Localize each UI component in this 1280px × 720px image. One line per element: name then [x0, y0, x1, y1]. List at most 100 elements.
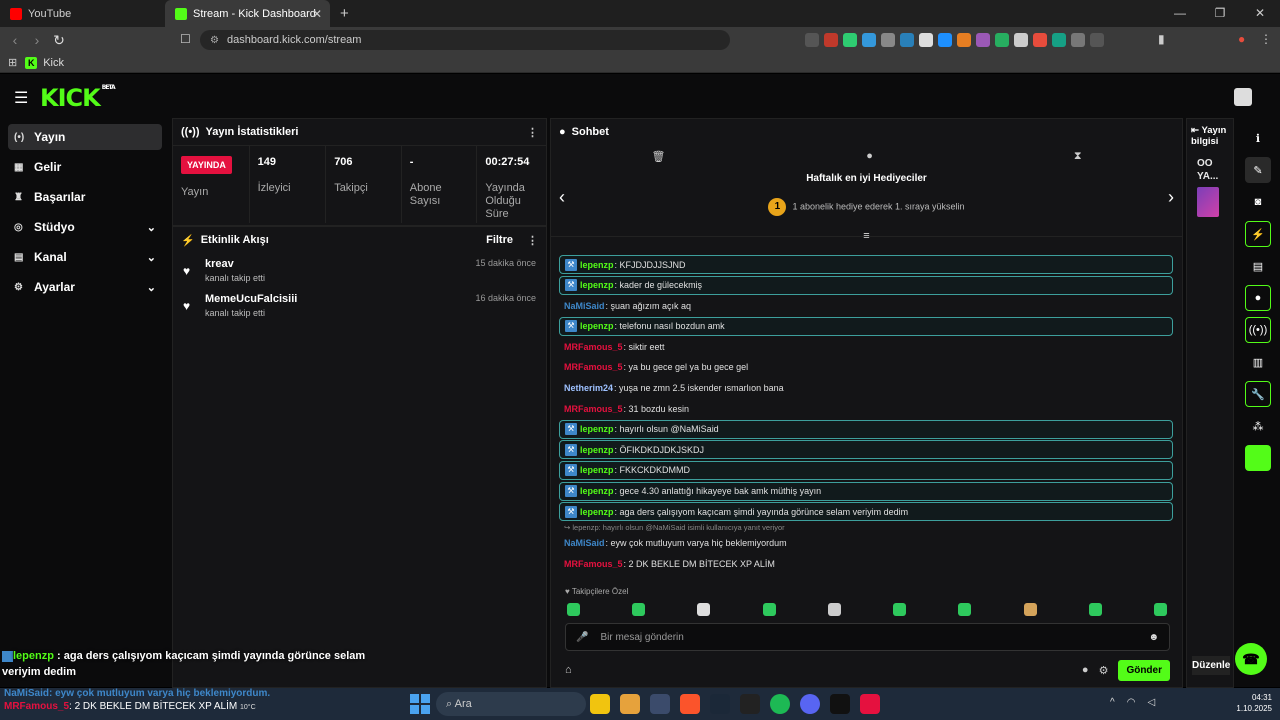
- chat-username[interactable]: lepenzp: [580, 260, 614, 270]
- chevron-up-icon[interactable]: ^: [1110, 697, 1115, 708]
- extension-icon[interactable]: [881, 33, 895, 47]
- camera-icon[interactable]: ◙: [1245, 189, 1271, 215]
- chat-username[interactable]: lepenzp: [580, 465, 614, 475]
- chevron-left-icon[interactable]: ‹: [559, 187, 565, 208]
- chat-message[interactable]: ⚒ lepenzp: telefonu nasıl bozdun amk: [559, 316, 1173, 336]
- emote[interactable]: [1088, 603, 1102, 616]
- extension-icon[interactable]: [995, 33, 1009, 47]
- emote[interactable]: [958, 603, 972, 616]
- trash-icon[interactable]: 🗑: [651, 150, 665, 163]
- emote[interactable]: [1153, 603, 1167, 616]
- sidebar-item-kanal[interactable]: ▤ Kanal ⌄: [8, 244, 162, 270]
- hamburger-menu-icon[interactable]: ☰: [14, 88, 28, 108]
- emote[interactable]: [762, 603, 776, 616]
- epic-icon[interactable]: [740, 694, 760, 714]
- chat-bubble-icon[interactable]: ●: [866, 150, 873, 162]
- start-button[interactable]: [410, 694, 430, 714]
- chat-username[interactable]: MRFamous_5: [564, 404, 623, 414]
- site-info-icon[interactable]: ⚙: [210, 35, 219, 46]
- emote[interactable]: [697, 603, 711, 616]
- store-icon[interactable]: ⌂: [565, 664, 572, 676]
- app-icon[interactable]: [830, 694, 850, 714]
- extension-icon[interactable]: [957, 33, 971, 47]
- app-icon[interactable]: [650, 694, 670, 714]
- extension-icon[interactable]: [976, 33, 990, 47]
- chat-message[interactable]: MRFamous_5: ya bu gece gel ya bu gece ge…: [559, 358, 1173, 377]
- emoji-icon[interactable]: ☻: [1148, 632, 1159, 643]
- chevron-left-icon[interactable]: ⇤: [1191, 125, 1199, 136]
- extension-icon[interactable]: [843, 33, 857, 47]
- taskbar-search[interactable]: ⌕ Ara: [436, 692, 586, 716]
- game-icon[interactable]: [1245, 445, 1271, 471]
- close-window-button[interactable]: ✕: [1240, 0, 1280, 27]
- chat-username[interactable]: lepenzp: [580, 424, 614, 434]
- extension-icon[interactable]: [824, 33, 838, 47]
- chat-message[interactable]: ⚒ lepenzp: hayırlı olsun @NaMiSaid: [559, 419, 1173, 439]
- chat-username[interactable]: lepenzp: [580, 445, 614, 455]
- sidebar-item-ayarlar[interactable]: ⚙ Ayarlar ⌄: [8, 274, 162, 300]
- chat-username[interactable]: lepenzp: [580, 507, 614, 517]
- bookmark-icon[interactable]: ☐: [180, 32, 191, 46]
- forward-button[interactable]: ›: [26, 32, 48, 48]
- chat-username[interactable]: MRFamous_5: [564, 559, 623, 569]
- chat-icon[interactable]: ●: [1245, 285, 1271, 311]
- sidebar-item-gelir[interactable]: ▦ Gelir: [8, 154, 162, 180]
- menu-icon[interactable]: ⋮: [1260, 32, 1272, 46]
- chat-username[interactable]: NaMiSaid: [564, 538, 605, 548]
- edit-button[interactable]: Düzenle: [1192, 656, 1231, 675]
- sidebar-toggle-icon[interactable]: ▮: [1158, 32, 1165, 46]
- filter-button[interactable]: Filtre: [486, 234, 513, 246]
- extension-icon[interactable]: [1071, 33, 1085, 47]
- back-button[interactable]: ‹: [4, 32, 26, 48]
- user-avatar[interactable]: [1234, 88, 1252, 106]
- wrench-icon[interactable]: 🔧: [1245, 381, 1271, 407]
- sidebar-item-studyo[interactable]: ◎ Stüdyo ⌄: [8, 214, 162, 240]
- document-icon[interactable]: ▤: [1245, 253, 1271, 279]
- microphone-icon[interactable]: 🎤: [576, 632, 588, 643]
- chat-message[interactable]: ⚒ lepenzp: aga ders çalışıyom kaçıcam şim…: [559, 502, 1173, 522]
- folder-icon[interactable]: [620, 694, 640, 714]
- sidebar-item-basarilar[interactable]: ♜ Başarılar: [8, 184, 162, 210]
- extension-icon[interactable]: [862, 33, 876, 47]
- reload-button[interactable]: ↻: [48, 32, 70, 49]
- chat-input[interactable]: 🎤 Bir mesaj gönderin ☻: [565, 623, 1170, 651]
- obs-icon[interactable]: [860, 694, 880, 714]
- chat-message[interactable]: NaMiSaid: eyw çok mutluyum varya hiç bek…: [559, 534, 1173, 553]
- chat-username[interactable]: lepenzp: [580, 321, 614, 331]
- pencil-icon[interactable]: ✎: [1245, 157, 1271, 183]
- discord-icon[interactable]: [800, 694, 820, 714]
- emote[interactable]: [632, 603, 646, 616]
- tab-kick-dashboard[interactable]: Stream - Kick Dashboard ✕: [165, 0, 330, 27]
- hourglass-icon[interactable]: ⧗: [1074, 150, 1082, 163]
- chat-username[interactable]: lepenzp: [580, 280, 614, 290]
- send-button[interactable]: Gönder: [1118, 659, 1170, 681]
- extension-icon[interactable]: [1033, 33, 1047, 47]
- chevron-right-icon[interactable]: ›: [1168, 187, 1174, 208]
- info-icon[interactable]: ℹ: [1245, 125, 1271, 151]
- more-options-icon[interactable]: ⋮: [527, 126, 538, 139]
- emote[interactable]: [893, 603, 907, 616]
- emote[interactable]: [1023, 603, 1037, 616]
- extension-icon[interactable]: [938, 33, 952, 47]
- chat-username[interactable]: MRFamous_5: [564, 362, 623, 372]
- new-tab-button[interactable]: +: [340, 5, 349, 22]
- clock[interactable]: 04:31 1.10.2025: [1236, 692, 1272, 714]
- url-field[interactable]: ⚙ dashboard.kick.com/stream: [200, 30, 730, 50]
- close-tab-icon[interactable]: ✕: [312, 7, 322, 21]
- bookmark-kick[interactable]: Kick: [43, 57, 64, 69]
- maximize-button[interactable]: ❐: [1200, 0, 1240, 27]
- apps-icon[interactable]: ⊞: [8, 56, 17, 69]
- chat-message[interactable]: ⚒ lepenzp: kader de gülecekmiş: [559, 275, 1173, 295]
- lightning-icon[interactable]: ⚡: [1245, 221, 1271, 247]
- brave-icon[interactable]: [680, 694, 700, 714]
- chat-message[interactable]: MRFamous_5: siktir eett: [559, 337, 1173, 356]
- chat-message[interactable]: Netherim24: yuşa ne zmn 2.5 iskender ısm…: [559, 379, 1173, 398]
- chat-message[interactable]: NaMiSaid: şuan ağızım açık aq: [559, 296, 1173, 315]
- chat-message[interactable]: MRFamous_5: 31 bozdu kesin: [559, 399, 1173, 418]
- category-thumbnail[interactable]: [1197, 187, 1219, 217]
- file-explorer-icon[interactable]: [590, 694, 610, 714]
- chat-message[interactable]: ⚒ lepenzp: gece 4.30 anlattığı hikayeye b…: [559, 481, 1173, 501]
- extension-icon[interactable]: [1014, 33, 1028, 47]
- chat-message[interactable]: ⚒ lepenzp: ÖFIKDKDJDKJSKDJ: [559, 440, 1173, 460]
- extension-icon[interactable]: [900, 33, 914, 47]
